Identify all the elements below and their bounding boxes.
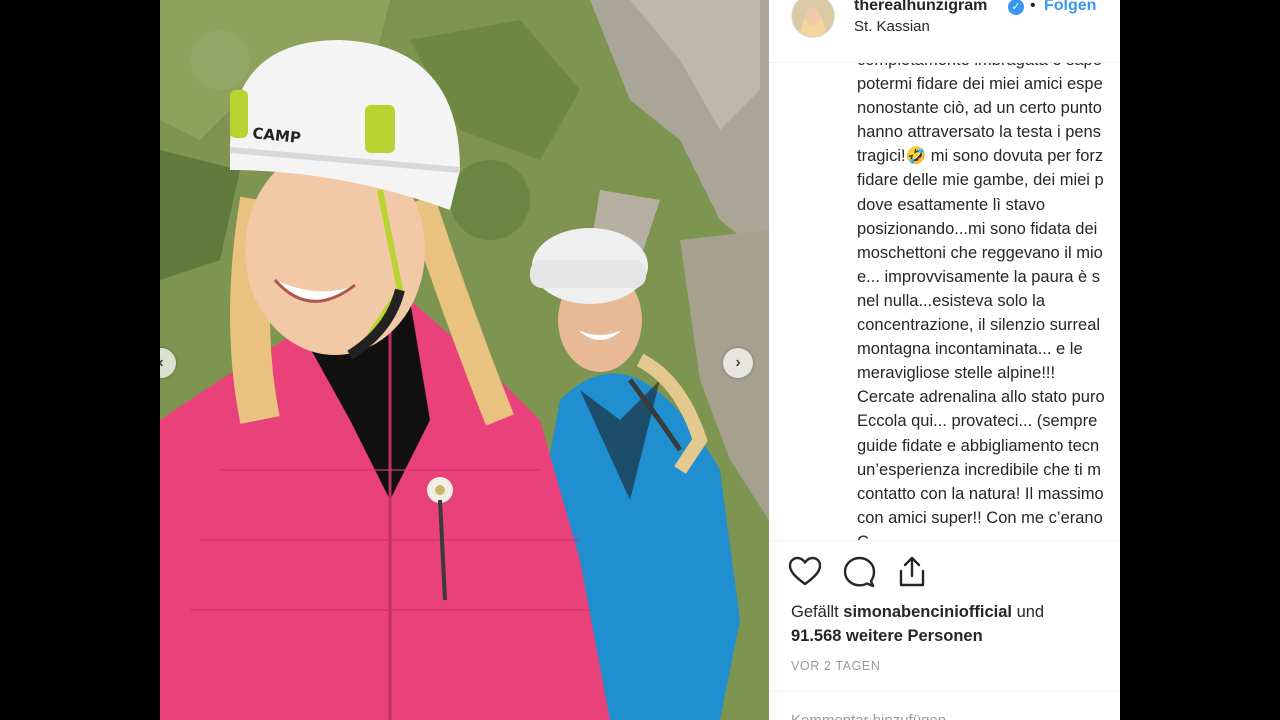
location-link[interactable]: St. Kassian	[854, 18, 930, 35]
caption-line: posizionando...mi sono fidata dei	[857, 219, 1098, 238]
verified-badge-icon: ✓	[1008, 0, 1024, 15]
caption-line: fidare delle mie gambe, dei miei p	[857, 171, 1104, 190]
caption-line: un’esperienza incredibile che ti m	[857, 460, 1101, 479]
next-photo-button[interactable]: ›	[723, 348, 753, 378]
post-caption: completamente imbragata e sape potermi fi…	[857, 62, 1120, 540]
likes-prefix: Gefällt	[791, 603, 839, 621]
post-side-panel: completamente imbragata e sape potermi fi…	[769, 0, 1120, 720]
caption-line: contatto con la natura! Il massimo	[857, 484, 1104, 503]
climbers-photo: CAMP	[160, 0, 769, 720]
caption-line: hanno attraversato la testa i pens	[857, 123, 1101, 142]
post-timestamp: VOR 2 TAGEN	[791, 659, 881, 673]
post-header: therealhunzigram ✓ • Folgen St. Kassian	[769, 0, 1120, 63]
caption-line: dove esattamente lì stavo	[857, 195, 1046, 214]
heart-icon[interactable]	[788, 555, 822, 589]
comment-input[interactable]: Kommentar hinzufügen ...	[791, 712, 963, 720]
caption-line: e... improvvisamente la paura è s	[857, 267, 1101, 286]
post-actions: Gefällt simonabenciniofficial und 91.568…	[769, 540, 1120, 720]
likes-summary: Gefällt simonabenciniofficial und	[791, 603, 1044, 622]
caption-line: tragici!🤣 mi sono dovuta per forz	[857, 147, 1104, 166]
caption-line: moschettoni che reggevano il mio	[857, 243, 1103, 262]
caption-line: C	[857, 530, 1120, 540]
caption-line: potermi fidare dei miei amici espe	[857, 75, 1103, 94]
share-icon[interactable]	[895, 555, 929, 589]
caption-line: montagna incontaminata... e le	[857, 340, 1083, 359]
separator-dot: •	[1030, 0, 1036, 14]
caption-scroll-area[interactable]: completamente imbragata e sape potermi fi…	[769, 62, 1120, 540]
video-frame: CAMP ‹ › completamente imbragata e sape p…	[0, 0, 1280, 720]
caption-line: meravigliose stelle alpine!!!	[857, 364, 1056, 383]
avatar-image	[792, 0, 834, 37]
caption-line: guide fidate e abbigliamento tecn	[857, 436, 1100, 455]
avatar[interactable]	[791, 0, 835, 38]
caption-line: con amici super!! Con me c’erano	[857, 508, 1103, 527]
follow-button[interactable]: Folgen	[1044, 0, 1096, 15]
caption-line: completamente imbragata e sape	[857, 62, 1120, 72]
caption-line: nonostante ciò, ad un certo punto	[857, 99, 1102, 118]
caption-line: Cercate adrenalina allo stato puro	[857, 388, 1105, 407]
comment-input-bar: Kommentar hinzufügen ...	[769, 691, 1120, 720]
liker-username[interactable]: simonabenciniofficial	[843, 603, 1012, 621]
caption-line: nel nulla...esisteva solo la	[857, 291, 1046, 310]
username-link[interactable]: therealhunzigram	[854, 0, 987, 15]
post-photo[interactable]: CAMP ‹ ›	[160, 0, 769, 720]
likes-conjunction: und	[1016, 603, 1045, 621]
chevron-right-icon: ›	[735, 354, 741, 371]
likes-count[interactable]: 91.568 weitere Personen	[791, 627, 983, 646]
caption-line: Eccola qui... provateci... (sempre	[857, 412, 1098, 431]
chevron-left-icon: ‹	[160, 355, 164, 371]
comment-bubble-icon[interactable]	[842, 555, 876, 589]
caption-line: concentrazione, il silenzio surreal	[857, 316, 1101, 335]
